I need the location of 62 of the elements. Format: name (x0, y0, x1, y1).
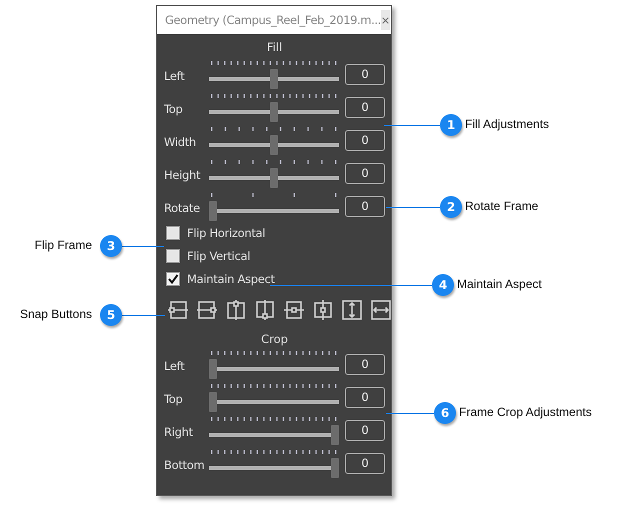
callout-label: Fill Adjustments (465, 117, 550, 131)
callout-number: 3 (100, 235, 122, 257)
slider-label: Right (164, 425, 194, 441)
value-field[interactable]: 0 (345, 387, 385, 408)
slider-thumb[interactable] (331, 458, 339, 478)
leader-line (384, 125, 440, 126)
callout-label: Flip Frame (34, 238, 92, 252)
slider-thumb[interactable] (209, 392, 217, 412)
value-field[interactable]: 0 (345, 64, 385, 85)
slider-label: Left (164, 359, 186, 375)
callout-label: Maintain Aspect (457, 277, 542, 291)
callout-number: 5 (100, 304, 122, 326)
value-field[interactable]: 0 (345, 130, 385, 151)
value-field[interactable]: 0 (345, 196, 385, 217)
snap-button[interactable] (195, 298, 219, 322)
callout-number: 4 (432, 274, 454, 296)
checkbox-label: Flip Vertical (187, 248, 250, 262)
section-heading: Crop (260, 332, 289, 346)
slider-label: Bottom (164, 458, 206, 474)
value-field[interactable]: 0 (345, 420, 385, 441)
snap-button[interactable] (340, 298, 364, 322)
snap-button[interactable] (282, 298, 306, 322)
callout-label: Frame Crop Adjustments (459, 405, 592, 419)
snap-button[interactable] (224, 298, 248, 322)
snap-button[interactable] (311, 298, 335, 322)
value-field[interactable]: 0 (345, 354, 385, 375)
close-button[interactable]: × (380, 10, 390, 30)
slider-thumb[interactable] (270, 69, 278, 89)
checkbox[interactable] (166, 248, 180, 262)
checkbox-label: Maintain Aspect (187, 272, 275, 286)
snap-button[interactable] (369, 298, 393, 322)
snap-button[interactable] (166, 298, 190, 322)
slider-label: Width (164, 135, 197, 151)
slider-label: Height (164, 168, 202, 184)
slider-thumb[interactable] (331, 425, 339, 445)
section-heading: Fill (266, 40, 284, 56)
callout-label: Rotate Frame (465, 199, 538, 213)
slider-label: Rotate (164, 201, 201, 217)
slider-thumb[interactable] (209, 201, 217, 221)
checkbox-label: Flip Horizontal (187, 226, 266, 240)
callout-number: 2 (440, 196, 462, 218)
slider-label: Top (164, 102, 184, 118)
value-field[interactable]: 0 (345, 163, 385, 184)
slider-thumb[interactable] (209, 359, 217, 379)
slider-thumb[interactable] (270, 168, 278, 188)
callout-label: Snap Buttons (20, 307, 92, 321)
slider-label: Left (164, 69, 186, 85)
callout-number: 6 (434, 402, 456, 424)
slider-thumb[interactable] (270, 102, 278, 122)
checkbox[interactable] (166, 272, 180, 286)
leader-line (386, 413, 434, 414)
checkbox[interactable] (166, 226, 180, 240)
value-field[interactable]: 0 (345, 453, 385, 474)
callout-number: 1 (440, 114, 462, 136)
leader-line (122, 315, 165, 316)
slider-label: Top (164, 392, 184, 408)
leader-line (122, 246, 164, 247)
window-title: Geometry (Campus_Reel_Feb_2019.m... (165, 13, 381, 27)
snap-button[interactable] (253, 298, 277, 322)
slider-thumb[interactable] (270, 135, 278, 155)
value-field[interactable]: 0 (345, 97, 385, 118)
leader-line (386, 207, 440, 208)
